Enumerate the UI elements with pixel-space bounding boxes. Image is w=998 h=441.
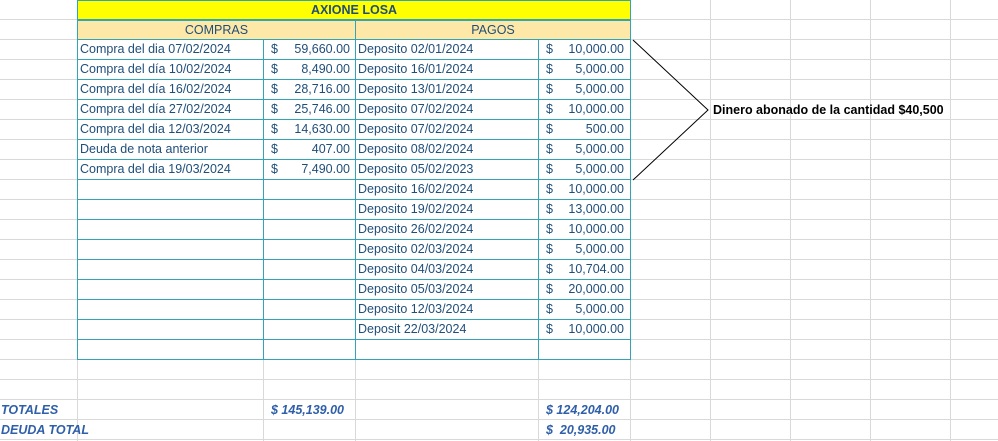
pago-currency[interactable]: $ <box>546 320 553 339</box>
compra-desc[interactable]: Compra del dia 19/03/2024 <box>80 160 262 179</box>
pago-desc[interactable]: Deposito 12/03/2024 <box>358 300 536 319</box>
compra-amount[interactable]: 407.00 <box>280 140 350 159</box>
pago-currency[interactable]: $ <box>546 280 553 299</box>
totales-label[interactable]: TOTALES <box>1 401 58 420</box>
pagos-header[interactable]: PAGOS <box>355 20 631 40</box>
annotation-note[interactable]: Dinero abonado de la cantidad $40,500 <box>713 100 944 120</box>
sheet-title[interactable]: AXIONE LOSA <box>77 0 631 20</box>
pago-amount[interactable]: 5,000.00 <box>556 300 624 319</box>
pago-currency[interactable]: $ <box>546 180 553 199</box>
pago-desc[interactable]: Deposito 26/02/2024 <box>358 220 536 239</box>
deuda-total-label[interactable]: DEUDA TOTAL <box>1 421 89 440</box>
table-row-border <box>77 339 631 340</box>
pago-amount[interactable]: 10,704.00 <box>556 260 624 279</box>
grid-column-line <box>870 0 871 441</box>
pago-desc[interactable]: Deposit 22/03/2024 <box>358 320 536 339</box>
pago-desc[interactable]: Deposito 07/02/2024 <box>358 100 536 119</box>
compra-amount[interactable]: 59,660.00 <box>280 40 350 59</box>
pago-desc[interactable]: Deposito 05/03/2024 <box>358 280 536 299</box>
pago-desc[interactable]: Deposito 16/02/2024 <box>358 180 536 199</box>
pago-currency[interactable]: $ <box>546 240 553 259</box>
pago-desc[interactable]: Deposito 07/02/2024 <box>358 120 536 139</box>
pago-amount[interactable]: 5,000.00 <box>556 240 624 259</box>
compra-currency[interactable]: $ <box>271 100 278 119</box>
compra-desc[interactable]: Compra del dia 07/02/2024 <box>80 40 262 59</box>
compra-desc[interactable]: Compra del día 10/02/2024 <box>80 60 262 79</box>
grid-row-line <box>0 419 998 420</box>
pago-desc[interactable]: Deposito 08/02/2024 <box>358 140 536 159</box>
pago-currency[interactable]: $ <box>546 40 553 59</box>
pago-desc[interactable]: Deposito 02/03/2024 <box>358 240 536 259</box>
pago-amount[interactable]: 500.00 <box>556 120 624 139</box>
compra-currency[interactable]: $ <box>271 80 278 99</box>
table-row-border <box>77 359 631 360</box>
pago-desc[interactable]: Deposito 19/02/2024 <box>358 200 536 219</box>
pago-amount[interactable]: 5,000.00 <box>556 140 624 159</box>
grid-row-line <box>0 399 998 400</box>
pago-desc[interactable]: Deposito 05/02/2023 <box>358 160 536 179</box>
pago-desc[interactable]: Deposito 16/01/2024 <box>358 60 536 79</box>
pago-amount[interactable]: 10,000.00 <box>556 320 624 339</box>
pago-desc[interactable]: Deposito 02/01/2024 <box>358 40 536 59</box>
pago-desc[interactable]: Deposito 13/01/2024 <box>358 80 536 99</box>
pago-currency[interactable]: $ <box>546 220 553 239</box>
compra-amount[interactable]: 7,490.00 <box>280 160 350 179</box>
compra-currency[interactable]: $ <box>271 40 278 59</box>
compra-amount[interactable]: 14,630.00 <box>280 120 350 139</box>
compra-amount[interactable]: 8,490.00 <box>280 60 350 79</box>
deuda-total-value[interactable]: $ 20,935.00 <box>546 421 616 440</box>
pago-amount[interactable]: 10,000.00 <box>556 40 624 59</box>
compra-desc[interactable]: Compra del día 27/02/2024 <box>80 100 262 119</box>
totales-compras[interactable]: $ 145,139.00 <box>271 401 344 420</box>
pago-currency[interactable]: $ <box>546 300 553 319</box>
pago-desc[interactable]: Deposito 04/03/2024 <box>358 260 536 279</box>
grid-row-line <box>0 439 998 440</box>
compra-currency[interactable]: $ <box>271 120 278 139</box>
pago-amount[interactable]: 20,000.00 <box>556 280 624 299</box>
pago-currency[interactable]: $ <box>546 200 553 219</box>
compras-header[interactable]: COMPRAS <box>77 20 356 40</box>
pago-amount[interactable]: 5,000.00 <box>556 160 624 179</box>
pago-currency[interactable]: $ <box>546 80 553 99</box>
compra-currency[interactable]: $ <box>271 60 278 79</box>
grid-column-line <box>790 0 791 441</box>
grid-row-line <box>0 379 998 380</box>
grid-column-line <box>950 0 951 441</box>
compra-desc[interactable]: Compra del día 16/02/2024 <box>80 80 262 99</box>
pago-amount[interactable]: 10,000.00 <box>556 180 624 199</box>
pago-amount[interactable]: 10,000.00 <box>556 100 624 119</box>
grid-column-line <box>710 0 711 441</box>
pago-currency[interactable]: $ <box>546 260 553 279</box>
compra-desc[interactable]: Deuda de nota anterior <box>80 140 262 159</box>
pago-amount[interactable]: 5,000.00 <box>556 80 624 99</box>
pago-currency[interactable]: $ <box>546 120 553 139</box>
compra-currency[interactable]: $ <box>271 160 278 179</box>
pago-amount[interactable]: 10,000.00 <box>556 220 624 239</box>
pago-amount[interactable]: 5,000.00 <box>556 60 624 79</box>
pago-currency[interactable]: $ <box>546 100 553 119</box>
compra-currency[interactable]: $ <box>271 140 278 159</box>
pago-amount[interactable]: 13,000.00 <box>556 200 624 219</box>
pago-currency[interactable]: $ <box>546 60 553 79</box>
bracket-connector <box>632 39 709 181</box>
compra-amount[interactable]: 28,716.00 <box>280 80 350 99</box>
compra-amount[interactable]: 25,746.00 <box>280 100 350 119</box>
totales-pagos[interactable]: $ 124,204.00 <box>546 401 619 420</box>
compra-desc[interactable]: Compra del dia 12/03/2024 <box>80 120 262 139</box>
pago-currency[interactable]: $ <box>546 160 553 179</box>
pago-currency[interactable]: $ <box>546 140 553 159</box>
